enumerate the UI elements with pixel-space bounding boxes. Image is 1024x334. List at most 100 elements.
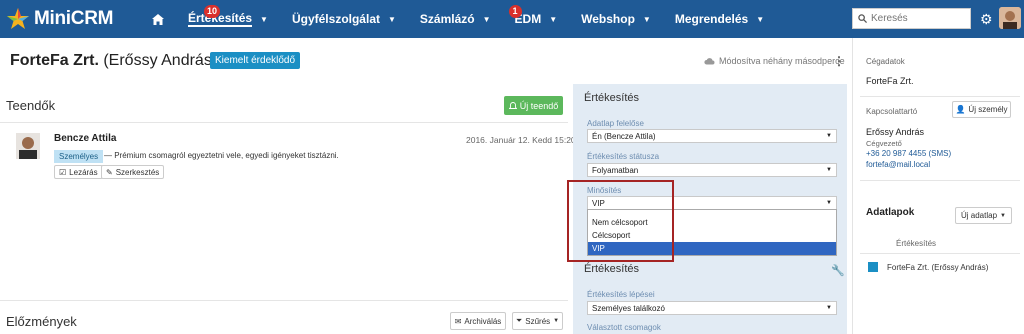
caret-down-icon: ▼ <box>826 200 832 206</box>
nav-label: Ügyfélszolgálat <box>291 12 380 26</box>
minicrm-logo[interactable]: MiniCRM <box>6 6 113 32</box>
filter-label: Szűrés <box>525 316 551 326</box>
new-task-button[interactable]: Új teendő <box>504 96 563 115</box>
caret-down-icon: ▼ <box>260 14 268 24</box>
person-icon: 👤 <box>955 105 966 114</box>
company-data-label: Cégadatok <box>866 57 905 66</box>
notification-badge: 1 <box>508 5 522 18</box>
top-navbar: MiniCRM 10 Értékesítés ▼ Ügyfélszolgálat… <box>0 0 1024 38</box>
nav-label: Megrendelés <box>674 12 749 26</box>
divider <box>0 122 568 123</box>
new-datasheet-label: Új adatlap <box>961 211 998 220</box>
task-author: Bencze Attila <box>54 133 117 144</box>
sales-panel-title: Értékesítés <box>584 92 640 104</box>
divider <box>860 96 1020 97</box>
cloud-icon <box>704 58 715 65</box>
owner-select[interactable]: Én (Bencze Attila) ▼ <box>587 129 837 143</box>
divider <box>860 180 1020 181</box>
person-name[interactable]: Erőssy András <box>866 127 924 137</box>
search-icon <box>858 14 867 23</box>
divider <box>0 300 568 301</box>
caret-down-icon: ▼ <box>642 14 651 24</box>
modified-info: Módosítva néhány másodperce <box>704 56 845 66</box>
pencil-icon: ✎ <box>106 167 113 177</box>
checkbox-icon: ☑ <box>59 167 67 177</box>
notification-badge: 10 <box>204 5 221 18</box>
caret-down-icon: ▼ <box>826 133 832 139</box>
datasheet-item[interactable]: ForteFa Zrt. (Erőssy András) <box>887 263 988 272</box>
close-task-label: Lezárás <box>69 167 98 177</box>
contact-label: Kapcsolattartó <box>866 107 918 116</box>
person-role: Cégvezető <box>866 139 902 148</box>
status-label: Értékesítés státusza <box>587 152 660 161</box>
modified-text: Módosítva néhány másodperce <box>719 56 845 66</box>
bell-icon <box>508 101 517 109</box>
caret-down-icon: ▼ <box>826 305 832 311</box>
search-box[interactable] <box>852 8 971 29</box>
task-text: — Prémium csomagról egyeztetni vele, egy… <box>104 151 339 160</box>
user-avatar[interactable] <box>999 7 1021 29</box>
nav-label: Webshop <box>581 12 635 26</box>
caret-down-icon: ▼ <box>826 167 832 173</box>
new-person-label: Új személy <box>968 105 1008 114</box>
new-person-button[interactable]: 👤 Új személy <box>952 101 1011 118</box>
nav-item-szamlazo[interactable]: Számlázó ▼ <box>408 0 503 38</box>
task-tag: Személyes <box>54 150 104 163</box>
nav-item-webshop[interactable]: Webshop ▼ <box>569 0 663 38</box>
status-select[interactable]: Folyamatban ▼ <box>587 163 837 177</box>
new-task-label: Új teendő <box>519 100 559 111</box>
home-icon[interactable] <box>146 0 176 38</box>
filter-button[interactable]: ⏷ Szűrés ▼ <box>512 312 563 330</box>
more-options-icon[interactable]: ⋮ <box>833 54 845 68</box>
datasheet-color-square <box>868 262 878 272</box>
new-datasheet-button[interactable]: Új adatlap ▼ <box>955 207 1012 224</box>
caret-down-icon: ▼ <box>553 318 560 324</box>
caret-down-icon: ▼ <box>756 14 765 24</box>
history-title: Előzmények <box>6 314 77 329</box>
logo-text: MiniCRM <box>34 8 114 29</box>
sidebar-company-name: ForteFa Zrt. <box>866 76 914 86</box>
archive-icon: ✉ <box>454 316 462 326</box>
filter-icon: ⏷ <box>515 316 523 325</box>
datasheet-section-label: Értékesítés <box>896 239 937 248</box>
nav-item-edm[interactable]: 1 EDM ▼ <box>503 0 570 38</box>
person-email[interactable]: fortefa@mail.local <box>866 160 930 169</box>
owner-label: Adatlap felelőse <box>587 119 644 128</box>
task-date: 2016. Január 12. Kedd 15:20 <box>466 135 576 145</box>
caret-down-icon: ▼ <box>1000 212 1006 219</box>
edit-task-label: Szerkesztés <box>115 167 160 177</box>
edit-task-button[interactable]: ✎ Szerkesztés <box>101 165 165 179</box>
search-input[interactable] <box>871 13 966 24</box>
contact-name: (Erőssy András) <box>103 52 218 69</box>
owner-value: Én (Bencze Attila) <box>592 131 656 141</box>
nav-label: Számlázó <box>419 12 475 26</box>
main-nav: 10 Értékesítés ▼ Ügyfélszolgálat ▼ Száml… <box>146 0 776 38</box>
caret-down-icon: ▼ <box>482 14 491 24</box>
sales-section-title: Értékesítés <box>584 263 640 275</box>
tasks-title: Teendők <box>6 98 56 113</box>
divider <box>860 253 1020 254</box>
nav-label: Értékesítés <box>188 11 253 27</box>
archive-button[interactable]: ✉ Archiválás <box>450 312 506 330</box>
status-badge: Kiemelt érdeklődő <box>210 52 301 69</box>
wrench-icon[interactable]: 🔧 <box>831 264 845 277</box>
highlight-annotation <box>567 180 674 262</box>
steps-select[interactable]: Személyes találkozó ▼ <box>587 301 837 315</box>
datasheets-title: Adatlapok <box>866 207 915 218</box>
package-label: Választott csomagok <box>587 323 661 332</box>
steps-value: Személyes találkozó <box>592 303 665 313</box>
gear-icon[interactable]: ⚙ <box>980 11 993 28</box>
person-phone[interactable]: +36 20 987 4455 (SMS) <box>866 149 951 158</box>
nav-item-ertekesites[interactable]: 10 Értékesítés ▼ <box>176 0 280 38</box>
task-author-avatar <box>16 133 40 159</box>
close-task-button[interactable]: ☑ Lezárás <box>54 165 103 179</box>
company-name: ForteFa Zrt. <box>10 52 99 69</box>
page-title: ForteFa Zrt. (Erőssy András) <box>10 52 217 70</box>
steps-label: Értékesítés lépései <box>587 290 655 299</box>
archive-label: Archiválás <box>464 316 502 326</box>
status-value: Folyamatban <box>592 165 639 175</box>
nav-item-ugyfelszolgalat[interactable]: Ügyfélszolgálat ▼ <box>280 0 408 38</box>
star-logo-icon <box>7 8 29 29</box>
caret-down-icon: ▼ <box>549 14 558 24</box>
nav-item-megrendeles[interactable]: Megrendelés ▼ <box>663 0 776 38</box>
